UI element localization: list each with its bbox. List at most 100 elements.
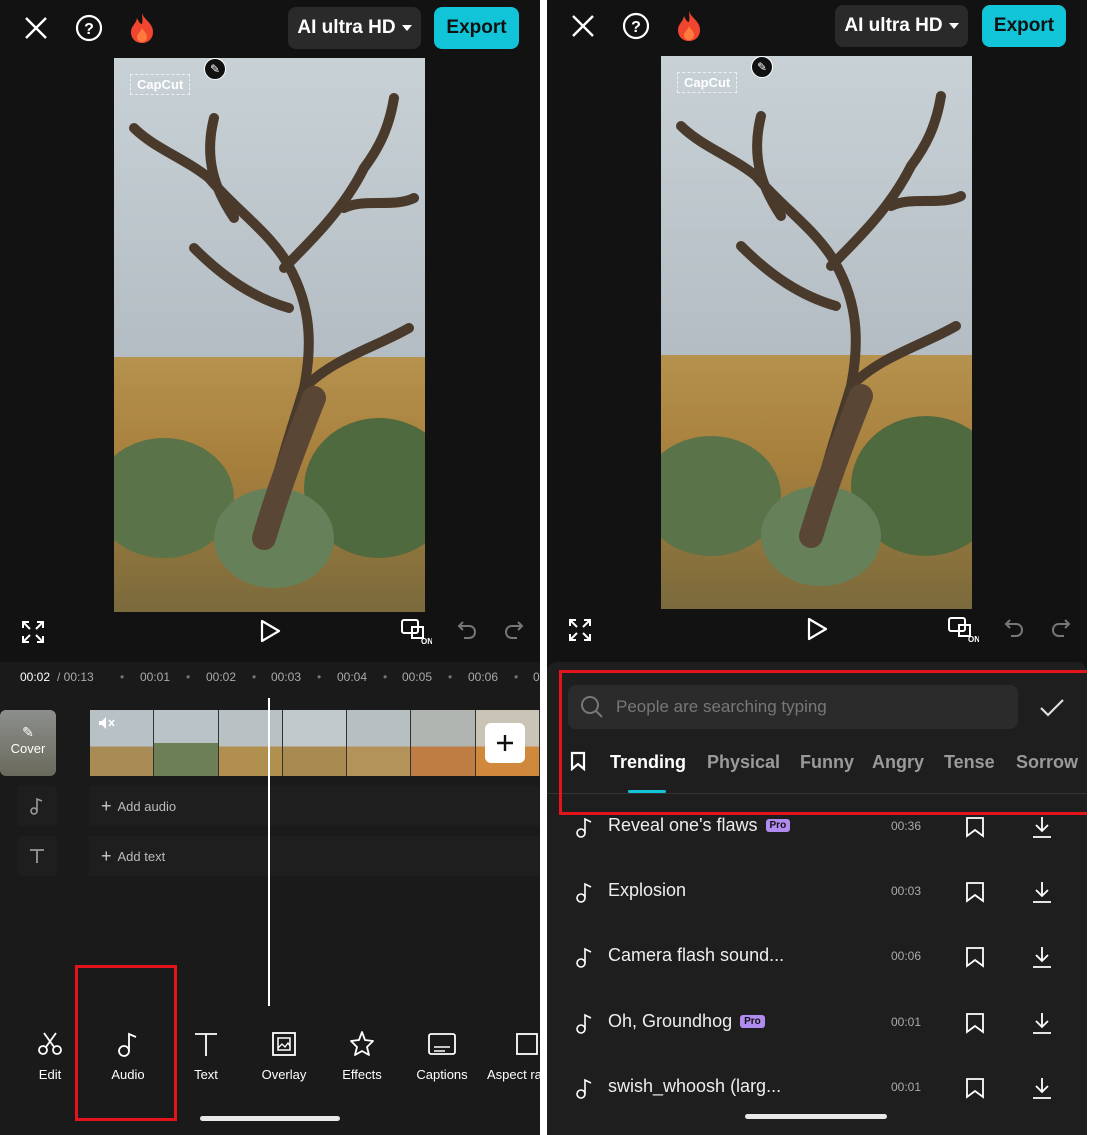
quality-label: AI ultra HD <box>844 15 943 36</box>
undo-icon[interactable] <box>456 619 478 641</box>
bookmark-icon[interactable] <box>965 881 985 903</box>
toolbar-aspect-ratio[interactable]: Aspect ra <box>481 1030 540 1082</box>
edit-watermark-icon[interactable]: ✎ <box>751 56 773 78</box>
song-title: Oh, Groundhog <box>608 1011 733 1031</box>
total-time: / 00:13 <box>57 670 94 684</box>
time-ruler: 00:02 / 00:13 • 00:01 • 00:02 • 00:03 • … <box>20 670 540 684</box>
overlay-icon <box>272 1032 296 1056</box>
audio-library-panel: ? AI ultra HD Export CapCut ✎ ON People … <box>547 0 1087 1135</box>
flame-icon[interactable] <box>129 12 155 44</box>
music-note-icon <box>576 1078 592 1099</box>
download-icon[interactable] <box>1031 945 1053 969</box>
undo-icon[interactable] <box>1003 617 1025 639</box>
redo-icon[interactable] <box>1050 617 1072 639</box>
music-note-icon <box>576 817 592 838</box>
caret-down-icon <box>401 25 412 31</box>
highlight-box <box>75 965 177 1121</box>
song-duration: 00:01 <box>891 1015 922 1029</box>
toolbar-label: Text <box>194 1067 218 1082</box>
song-duration: 00:03 <box>891 884 922 898</box>
export-button[interactable]: Export <box>982 5 1066 47</box>
add-clip-button[interactable] <box>485 723 525 763</box>
song-row[interactable]: swish_whoosh (larg... 00:01 <box>547 1068 1087 1108</box>
song-title: swish_whoosh (larg... <box>608 1076 782 1096</box>
toolbar-captions[interactable]: Captions <box>403 1030 481 1082</box>
bookmark-icon[interactable] <box>965 1077 985 1099</box>
download-icon[interactable] <box>1031 1076 1053 1100</box>
playhead[interactable] <box>268 698 270 1006</box>
plus-icon <box>497 735 513 751</box>
add-text-label: Add text <box>117 848 166 864</box>
play-icon[interactable] <box>259 619 281 643</box>
bookmark-icon[interactable] <box>965 816 985 838</box>
time-mark: 00:06 <box>468 670 499 684</box>
add-text-row[interactable]: + Add text <box>89 836 540 876</box>
flame-icon[interactable] <box>676 10 702 42</box>
song-title: Explosion <box>608 880 687 900</box>
home-indicator <box>200 1116 340 1121</box>
music-note-icon <box>576 882 592 903</box>
keyframe-on-icon[interactable]: ON <box>947 615 979 643</box>
song-duration: 00:36 <box>891 819 922 833</box>
keyframe-on-icon[interactable]: ON <box>400 617 432 645</box>
download-icon[interactable] <box>1031 1011 1053 1035</box>
bookmark-icon[interactable] <box>965 946 985 968</box>
time-mark: 00:02 <box>206 670 237 684</box>
svg-text:?: ? <box>631 19 641 36</box>
audio-track-icon[interactable] <box>17 786 57 826</box>
song-row[interactable]: Oh, Groundhog Pro 00:01 <box>547 1003 1087 1043</box>
watermark: CapCut <box>130 74 191 95</box>
highlight-box <box>559 670 1087 815</box>
home-indicator <box>745 1114 887 1119</box>
fullscreen-icon[interactable] <box>569 619 591 641</box>
plus-icon: + <box>101 795 112 816</box>
caret-down-icon <box>948 23 959 29</box>
quality-selector[interactable]: AI ultra HD <box>835 5 968 47</box>
time-mark: 00:04 <box>337 670 368 684</box>
current-time: 00:02 <box>20 670 51 684</box>
cover-label: Cover <box>10 741 46 756</box>
bookmark-icon[interactable] <box>965 1012 985 1034</box>
song-duration: 00:01 <box>891 1080 922 1094</box>
toolbar-label: Aspect ra <box>487 1067 540 1082</box>
pro-badge: Pro <box>765 819 791 832</box>
quality-selector[interactable]: AI ultra HD <box>288 7 421 49</box>
video-clip[interactable] <box>90 710 540 776</box>
video-preview[interactable]: CapCut <box>661 56 972 609</box>
svg-text:ON: ON <box>421 637 432 645</box>
toolbar-label: Effects <box>342 1067 382 1082</box>
add-audio-row[interactable]: + Add audio <box>89 786 540 826</box>
play-icon[interactable] <box>806 617 828 641</box>
toolbar-text[interactable]: Text <box>167 1030 245 1082</box>
song-title: Camera flash sound... <box>608 945 785 965</box>
edit-watermark-icon[interactable]: ✎ <box>204 58 226 80</box>
song-row[interactable]: Camera flash sound... 00:06 <box>547 937 1087 977</box>
mute-icon[interactable] <box>98 716 116 730</box>
help-icon[interactable]: ? <box>75 14 103 42</box>
toolbar-label: Captions <box>416 1067 468 1082</box>
plus-icon: + <box>101 845 112 866</box>
time-mark: 00:03 <box>271 670 302 684</box>
text-track-icon[interactable] <box>17 836 57 876</box>
svg-text:ON: ON <box>968 635 979 643</box>
toolbar-overlay[interactable]: Overlay <box>245 1030 323 1082</box>
music-note-icon <box>576 1013 592 1034</box>
toolbar-effects[interactable]: Effects <box>323 1030 401 1082</box>
download-icon[interactable] <box>1031 815 1053 839</box>
fullscreen-icon[interactable] <box>22 621 44 643</box>
close-icon[interactable] <box>571 14 595 38</box>
video-preview[interactable]: CapCut <box>114 58 425 612</box>
export-button[interactable]: Export <box>434 7 519 49</box>
close-icon[interactable] <box>24 16 48 40</box>
download-icon[interactable] <box>1031 880 1053 904</box>
captions-icon <box>428 1033 456 1055</box>
editor-panel: ? AI ultra HD Export CapCut ✎ ON 00:02 /… <box>0 0 540 1135</box>
song-row[interactable]: Explosion 00:03 <box>547 872 1087 912</box>
effects-star-icon <box>350 1031 374 1056</box>
text-icon <box>195 1033 217 1056</box>
watermark: CapCut <box>677 72 738 93</box>
help-icon[interactable]: ? <box>622 12 650 40</box>
redo-icon[interactable] <box>503 619 525 641</box>
cover-button[interactable]: ✎ Cover <box>0 710 56 776</box>
time-mark: 00:01 <box>140 670 171 684</box>
